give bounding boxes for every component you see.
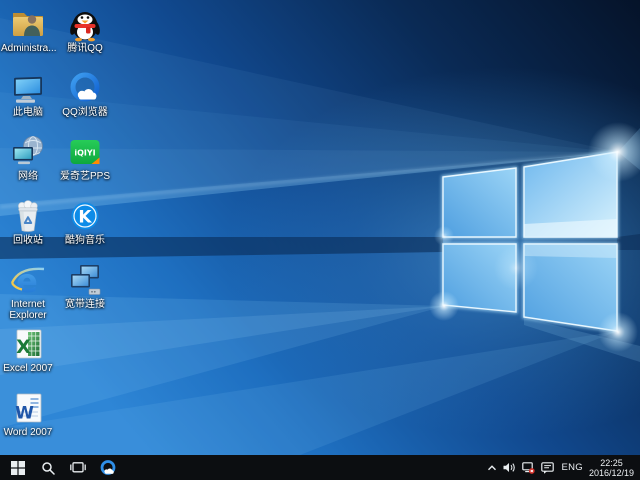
desktop-icon-tencent-qq[interactable]: 腾讯QQ	[58, 4, 112, 54]
desktop-icon-broadband-connection[interactable]: 宽带连接	[58, 260, 112, 310]
iqiyi-icon: iQIYI	[66, 134, 104, 170]
language-indicator[interactable]: ENG	[557, 462, 587, 473]
desktop-icon-word-2007[interactable]: W Word 2007	[1, 388, 55, 438]
volume-button[interactable]	[500, 455, 519, 480]
desktop-icon-internet-explorer[interactable]: e Internet Explorer	[1, 260, 55, 321]
action-center-button[interactable]	[538, 455, 557, 480]
svg-text:X: X	[16, 336, 31, 358]
desktop-icon-recycle-bin[interactable]: 回收站	[1, 196, 55, 246]
action-center-icon	[541, 462, 554, 474]
svg-text:iQIYI: iQIYI	[74, 149, 95, 158]
icon-label: 爱奇艺PPS	[58, 171, 112, 182]
taskbar-item-qq-browser[interactable]	[93, 455, 123, 480]
word-icon: W	[9, 390, 47, 426]
search-icon	[41, 461, 55, 475]
desktop-icon-excel-2007[interactable]: X Excel 2007	[1, 324, 55, 374]
icon-label: Word 2007	[1, 427, 55, 438]
icon-label: Internet Explorer	[1, 299, 55, 321]
desktop-icon-iqiyi-pps[interactable]: iQIYI 爱奇艺PPS	[58, 132, 112, 182]
icon-label: 宽带连接	[58, 299, 112, 310]
qq-browser-icon	[66, 70, 104, 106]
excel-icon: X	[9, 326, 47, 362]
icon-label: 酷狗音乐	[58, 235, 112, 246]
icon-label: 回收站	[1, 235, 55, 246]
user-folder-icon	[9, 6, 47, 42]
recycle-bin-icon	[9, 198, 47, 234]
windows-logo-icon	[11, 461, 25, 475]
task-view-button[interactable]	[63, 455, 93, 480]
desktop-icon-qq-browser[interactable]: QQ浏览器	[58, 68, 112, 118]
icon-label: 网络	[1, 171, 55, 182]
taskbar: ENG 22:25 2016/12/19	[0, 455, 640, 480]
icon-label: 腾讯QQ	[58, 43, 112, 54]
icon-label: 此电脑	[1, 107, 55, 118]
internet-explorer-icon: e	[9, 262, 47, 298]
clock-time: 22:25	[589, 458, 634, 468]
clock-date: 2016/12/19	[589, 468, 634, 478]
clock[interactable]: 22:25 2016/12/19	[587, 458, 638, 478]
speaker-icon	[503, 462, 516, 473]
icon-label: QQ浏览器	[58, 107, 112, 118]
broadband-icon	[66, 262, 104, 298]
qq-browser-icon	[99, 459, 117, 477]
svg-text:W: W	[15, 404, 34, 424]
desktop-icon-this-pc[interactable]: 此电脑	[1, 68, 55, 118]
svg-text:K: K	[78, 208, 92, 228]
system-tray: ENG 22:25 2016/12/19	[484, 455, 638, 480]
network-status-button[interactable]	[519, 455, 538, 480]
desktop-icon-network[interactable]: 网络	[1, 132, 55, 182]
chevron-up-icon	[487, 464, 497, 472]
task-view-icon	[70, 461, 86, 474]
desktop-icon-administrator-folder[interactable]: Administra...	[1, 4, 55, 54]
desktop[interactable]: Administra... 此电脑 网络	[0, 0, 640, 455]
search-button[interactable]	[33, 455, 63, 480]
svg-text:e: e	[16, 262, 38, 298]
network-disconnected-icon	[522, 462, 535, 474]
icon-label: Excel 2007	[1, 363, 55, 374]
desktop-icon-kugou-music[interactable]: K 酷狗音乐	[58, 196, 112, 246]
kugou-icon: K	[66, 198, 104, 234]
show-hidden-icons-button[interactable]	[484, 455, 500, 480]
computer-icon	[9, 70, 47, 106]
network-icon	[9, 134, 47, 170]
start-button[interactable]	[3, 455, 33, 480]
icon-label: Administra...	[1, 43, 55, 54]
qq-penguin-icon	[66, 6, 104, 42]
